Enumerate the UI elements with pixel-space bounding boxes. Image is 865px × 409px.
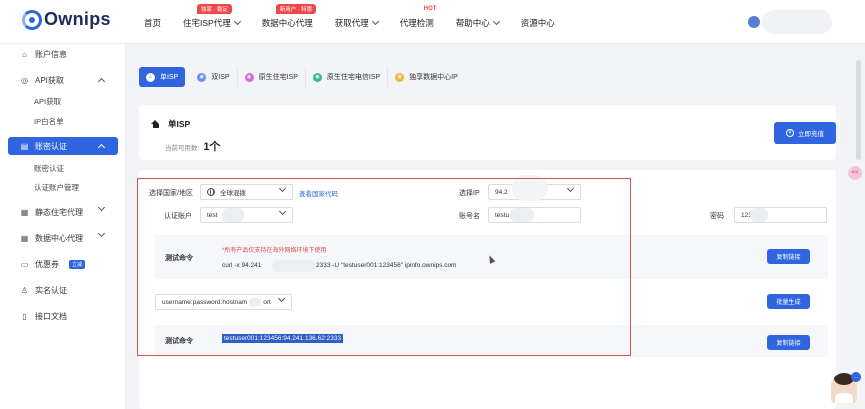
sidebar-item-coupon[interactable]: ▭ 优惠券 立减 <box>8 255 118 273</box>
globe-icon <box>207 188 215 196</box>
tab-single-isp[interactable]: ⌂ 单ISP <box>139 67 186 87</box>
sidebar-item-password-auth[interactable]: ▤ 账密认证 <box>8 137 118 155</box>
curl-command-part2: 2333 -U "testuser001:123456" ipinfo.owni… <box>316 262 457 269</box>
ownips-logo-icon <box>22 9 42 30</box>
nav-residential-isp[interactable]: 独家 · 稳定 住宅ISP代理 <box>183 4 241 29</box>
list-icon: ▤ <box>20 141 29 151</box>
redacted-format <box>249 297 262 307</box>
username-label: 账号名 <box>459 213 480 220</box>
selected-proxy-string[interactable]: testuser001:123456:94.241.136.62:2333 <box>222 334 344 343</box>
sidebar-sub-api-get[interactable]: API获取 <box>34 96 61 107</box>
nav-resource-center[interactable]: 资源中心 <box>521 17 555 29</box>
collapse-float-button[interactable]: << <box>848 166 862 180</box>
chevron-down-icon <box>97 203 106 212</box>
curl-command-part1: curl -x 94.241 <box>222 262 262 269</box>
home-icon: ⌂ <box>146 72 155 82</box>
logo[interactable]: Ownips <box>22 9 111 30</box>
sidebar-sub-auth-account-manage[interactable]: 认证账户管理 <box>34 182 79 193</box>
region-select[interactable]: 全球混拨 <box>200 184 293 200</box>
recharge-button[interactable]: ¥ 立即充值 <box>774 122 836 144</box>
exclusive-tag: 独家 · 稳定 <box>197 4 232 14</box>
sidebar-item-api[interactable]: ◎ API获取 <box>8 71 118 89</box>
redacted-ip <box>512 175 548 201</box>
nav-get-proxy[interactable]: 获取代理 <box>335 17 379 29</box>
chat-badge: … <box>851 372 861 382</box>
dual-isp-icon: ◉ <box>197 72 207 82</box>
discount-badge: 立减 <box>69 259 86 269</box>
page-title: 单ISP <box>151 118 190 130</box>
tab-native-telecom-isp[interactable]: ◉ 原生住宅电信ISP <box>306 67 389 87</box>
password-label: 密码 <box>710 213 724 220</box>
chevron-down-icon <box>97 229 106 238</box>
tab-dedicated-datacenter-ip[interactable]: ◉ 独享数据中心IP <box>388 67 465 87</box>
batch-generate-button[interactable]: 批量生成 <box>767 294 810 309</box>
grid-icon: ▦ <box>20 207 29 217</box>
coupon-icon: ▭ <box>20 259 29 269</box>
view-country-code-link[interactable]: 查看国家代码 <box>299 188 338 198</box>
chevron-down-icon <box>277 294 286 303</box>
chevron-up-icon <box>97 143 106 152</box>
test-command-label-2: 测试命令 <box>165 338 193 345</box>
chevron-down-icon <box>492 17 500 26</box>
redacted-account <box>222 208 244 222</box>
telecom-isp-icon: ◉ <box>312 72 322 82</box>
chevron-down-icon <box>566 184 575 193</box>
nav-home[interactable]: 首页 <box>144 17 161 29</box>
globe-icon: ◎ <box>21 75 28 85</box>
sidebar-sub-ip-whitelist[interactable]: IP白名单 <box>34 116 64 127</box>
product-tabs: ⌂ 单ISP ◉ 双ISP ◉ 原生住宅ISP ◉ 原生住宅电信ISP ◉ 独享数据中心I… <box>139 64 836 90</box>
redacted-host <box>272 260 316 272</box>
sidebar-item-real-name[interactable]: ♙ 实名认证 <box>8 281 118 299</box>
account-select[interactable]: test <box>200 207 293 223</box>
main-nav: 首页 独家 · 稳定 住宅ISP代理 新用户 · 特惠 数据中心代理 获取代理 … <box>144 4 577 29</box>
new-user-tag: 新用户 · 特惠 <box>275 4 317 14</box>
redacted-password <box>750 208 768 222</box>
chevron-down-icon <box>278 184 287 193</box>
scrollbar[interactable] <box>856 60 861 160</box>
chevron-down-icon <box>278 207 287 216</box>
native-isp-icon: ◉ <box>244 72 254 82</box>
nav-help-center[interactable]: 帮助中心 <box>456 17 500 29</box>
datacenter-ip-icon: ◉ <box>395 72 405 82</box>
sidebar <box>0 44 126 409</box>
chevron-up-icon <box>97 77 106 86</box>
user-icon: ♙ <box>20 285 29 295</box>
isp-summary-card: 单ISP 当前可用数: 1个 ¥ 立即充值 <box>139 105 836 160</box>
copy-link-button-2[interactable]: 复制链接 <box>767 335 810 350</box>
nav-datacenter-proxy[interactable]: 新用户 · 特惠 数据中心代理 <box>262 4 317 29</box>
sidebar-item-api-docs[interactable]: ▯ 接口文档 <box>8 307 118 325</box>
sidebar-item-static-residential[interactable]: ▦ 静态住宅代理 <box>8 203 118 221</box>
logo-text: Ownips <box>44 9 111 29</box>
region-label: 选择国家/地区 <box>149 190 193 197</box>
chevron-down-icon <box>371 17 379 26</box>
available-count: 当前可用数: 1个 <box>165 141 221 153</box>
sidebar-sub-password-auth[interactable]: 账密认证 <box>34 163 64 174</box>
copy-link-button[interactable]: 复制链接 <box>767 249 810 264</box>
grid-icon: ▦ <box>20 233 29 243</box>
account-label: 认证账户 <box>164 213 192 220</box>
config-card <box>139 170 836 409</box>
doc-icon: ▯ <box>22 311 27 321</box>
sidebar-item-account-info[interactable]: ⌂ 账户信息 <box>8 45 118 63</box>
username-field[interactable]: testu <box>488 207 581 223</box>
nav-proxy-check[interactable]: HOT 代理检测 <box>400 6 437 29</box>
tab-dual-isp[interactable]: ◉ 双ISP <box>190 67 238 87</box>
password-field[interactable]: 123 <box>734 207 827 223</box>
ip-label: 选择IP <box>459 190 480 197</box>
home-icon: ⌂ <box>22 49 27 59</box>
user-avatar[interactable] <box>748 16 760 28</box>
format-select[interactable]: username:password:hostnam ort <box>155 294 292 310</box>
overseas-warning: *所有产品仅支持在海外网络环境下使用 <box>222 248 327 254</box>
user-info-redacted[interactable] <box>762 10 832 34</box>
chevron-down-icon <box>233 17 241 26</box>
coin-icon: ¥ <box>786 129 794 137</box>
hot-badge: HOT <box>423 6 437 12</box>
redacted-username <box>510 208 534 222</box>
sidebar-item-datacenter[interactable]: ▦ 数据中心代理 <box>8 229 118 247</box>
home-icon <box>151 120 160 128</box>
test-command-label: 测试命令 <box>165 255 193 262</box>
top-header: Ownips 首页 独家 · 稳定 住宅ISP代理 新用户 · 特惠 数据中心代… <box>0 0 865 44</box>
tab-native-residential-isp[interactable]: ◉ 原生住宅ISP <box>238 67 306 87</box>
